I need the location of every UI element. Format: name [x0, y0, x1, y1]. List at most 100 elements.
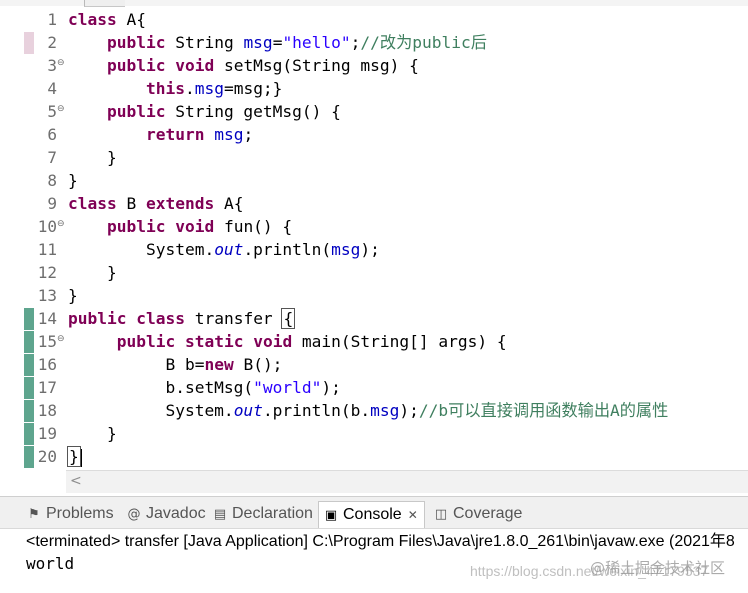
code-text[interactable]: public void setMsg(String msg) { — [68, 54, 419, 77]
code-token: ); — [360, 240, 380, 259]
keyword-token: class — [68, 194, 117, 213]
line-number: 16 — [37, 355, 57, 374]
code-line[interactable]: 12 } — [0, 261, 748, 284]
tab-label: Coverage — [453, 505, 523, 522]
code-text[interactable]: System.out.println(b.msg);//b可以直接调用函数输出A… — [68, 399, 668, 422]
field-token: msg — [331, 240, 361, 259]
line-number: 15 — [37, 332, 57, 351]
tab-declaration[interactable]: ▤ Declaration — [212, 501, 313, 527]
line-number: 2 — [47, 33, 57, 52]
code-token: System. — [68, 240, 215, 259]
code-line[interactable]: 18 System.out.println(b.msg);//b可以直接调用函数… — [0, 399, 748, 422]
code-line[interactable]: 8} — [0, 169, 748, 192]
line-number: 18 — [37, 401, 57, 420]
line-number: 5 — [47, 102, 57, 121]
code-token: B — [116, 194, 146, 213]
code-line[interactable]: 1 class A{ — [0, 8, 748, 31]
string-token: "world" — [253, 378, 322, 397]
code-text[interactable]: } — [68, 284, 78, 307]
close-icon[interactable]: ✕ — [408, 508, 418, 522]
fold-toggle-icon[interactable]: ⊖ — [57, 59, 66, 68]
code-text[interactable]: class B extends A{ — [68, 192, 243, 215]
code-text[interactable]: this.msg=msg;} — [68, 77, 282, 100]
code-text[interactable]: public String getMsg() { — [68, 100, 341, 123]
code-text[interactable]: System.out.println(msg); — [68, 238, 380, 261]
keyword-token: class — [136, 309, 185, 328]
code-line[interactable]: 11 System.out.println(msg); — [0, 238, 748, 261]
console-view: <terminated> transfer [Java Application]… — [0, 528, 748, 593]
tab-problems[interactable]: ⚑ Problems — [26, 501, 113, 527]
scroll-left-arrow-icon[interactable]: < — [70, 473, 82, 489]
code-line[interactable]: 6 return msg; — [0, 123, 748, 146]
code-text[interactable]: public class transfer { — [68, 307, 296, 330]
code-line[interactable]: 10 ⊖ public void fun() { — [0, 215, 748, 238]
tab-label: Declaration — [232, 505, 313, 522]
code-line[interactable]: 9 class B extends A{ — [0, 192, 748, 215]
code-token: ; — [243, 125, 254, 144]
code-text[interactable]: b.setMsg("world"); — [68, 376, 340, 399]
line-number: 14 — [37, 309, 57, 328]
keyword-token: public — [106, 33, 166, 52]
code-text[interactable]: } — [67, 445, 82, 468]
code-text[interactable]: B b=new B(); — [68, 353, 282, 376]
code-line[interactable]: 3 ⊖ public void setMsg(String msg) { — [0, 54, 748, 77]
code-line[interactable]: 4 this.msg=msg;} — [0, 77, 748, 100]
keyword-token: extends — [145, 194, 215, 213]
code-token: } — [68, 424, 117, 443]
line-number: 10 — [37, 217, 57, 236]
code-line[interactable]: 2 public String msg="hello";//改为public后 — [0, 31, 748, 54]
keyword-token: public — [68, 309, 127, 328]
code-line[interactable]: 16 B b=new B(); — [0, 353, 748, 376]
horizontal-scrollbar[interactable]: < — [66, 470, 748, 493]
line-number: 12 — [37, 263, 57, 282]
code-line[interactable]: 17 b.setMsg("world"); — [0, 376, 748, 399]
code-text[interactable]: public String msg="hello";//改为public后 — [68, 31, 487, 54]
code-editor[interactable]: 1 class A{2 public String msg="hello";//改… — [0, 8, 748, 470]
code-token: main(String[] args) { — [292, 332, 507, 351]
code-token: String getMsg() { — [165, 102, 341, 121]
tab-javadoc[interactable]: @ Javadoc — [126, 501, 206, 527]
fold-toggle-icon[interactable]: ⊖ — [57, 335, 66, 344]
code-text[interactable]: public static void main(String[] args) { — [68, 330, 507, 353]
declaration-icon: ▤ — [213, 507, 227, 522]
keyword-token: void — [253, 332, 293, 351]
fold-toggle-icon[interactable]: ⊖ — [57, 105, 66, 114]
tab-coverage[interactable]: ◫ Coverage — [433, 501, 523, 527]
code-text[interactable]: } — [68, 146, 117, 169]
fold-toggle-icon[interactable]: ⊖ — [57, 220, 66, 229]
code-token: B b= — [68, 355, 205, 374]
line-number: 19 — [37, 424, 57, 443]
comment-token: //改为public后 — [360, 33, 487, 52]
keyword-token: public — [106, 56, 166, 75]
code-token: B(); — [233, 355, 283, 374]
keyword-token: new — [204, 355, 234, 374]
code-token: } — [68, 286, 78, 305]
keyword-token: class — [68, 10, 117, 29]
views-tab-bar: ⚑ Problems @ Javadoc ▤ Declaration ▣ Console ✕ ◫ C… — [0, 496, 748, 529]
code-text[interactable]: return msg; — [68, 123, 253, 146]
code-line[interactable]: 14 public class transfer { — [0, 307, 748, 330]
tab-console[interactable]: ▣ Console ✕ — [318, 501, 425, 528]
code-line[interactable]: 20} — [0, 445, 748, 468]
code-text[interactable]: class A{ — [68, 8, 146, 31]
code-text[interactable]: public void fun() { — [68, 215, 292, 238]
code-text[interactable]: } — [68, 261, 117, 284]
code-text[interactable]: } — [68, 422, 117, 445]
code-token: ); — [399, 401, 419, 420]
code-line[interactable]: 7 } — [0, 146, 748, 169]
code-token: A{ — [214, 194, 244, 213]
matching-bracket: { — [281, 308, 296, 329]
code-line[interactable]: 5 ⊖ public String getMsg() { — [0, 100, 748, 123]
string-token: "hello" — [282, 33, 351, 52]
code-text[interactable]: } — [68, 169, 78, 192]
code-line[interactable]: 15 ⊖ public static void main(String[] arg… — [0, 330, 748, 353]
matching-bracket: } — [67, 446, 81, 467]
code-line[interactable]: 19 } — [0, 422, 748, 445]
tab-label: Console — [343, 506, 402, 523]
code-line[interactable]: 13} — [0, 284, 748, 307]
